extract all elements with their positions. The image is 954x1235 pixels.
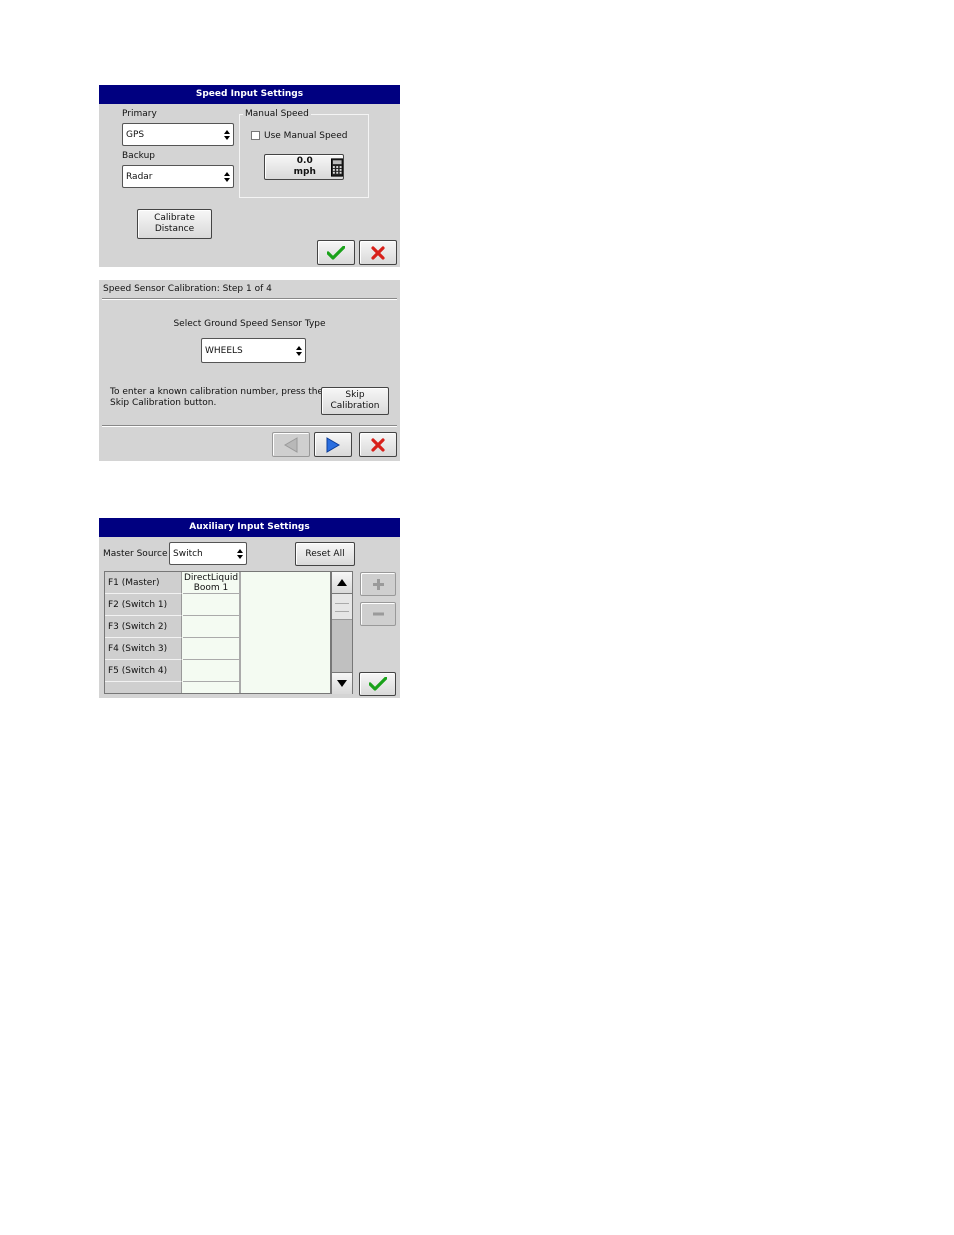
calibrate-line1: Calibrate <box>154 213 195 223</box>
backup-label: Backup <box>122 151 155 161</box>
add-button[interactable] <box>360 572 396 596</box>
calibrate-distance-button[interactable]: Calibrate Distance <box>137 209 212 239</box>
checkmark-icon <box>368 677 387 691</box>
updown-arrows-icon <box>223 130 230 140</box>
minus-icon <box>372 612 384 616</box>
skip-help-line1: To enter a known calibration number, pre… <box>110 387 324 397</box>
x-icon <box>371 245 385 260</box>
updown-arrows-icon <box>295 346 302 356</box>
skip-line1: Skip <box>345 390 365 400</box>
x-icon <box>371 437 385 452</box>
scroll-thumb[interactable] <box>332 594 352 620</box>
plus-icon <box>372 578 384 590</box>
use-manual-speed-label: Use Manual Speed <box>264 131 348 141</box>
scroll-up-icon <box>337 579 347 586</box>
remove-button[interactable] <box>360 602 396 626</box>
scrollbar[interactable] <box>331 571 353 694</box>
skip-help-line2: Skip Calibration button. <box>110 398 217 408</box>
reset-all-button[interactable]: Reset All <box>295 542 355 566</box>
scroll-down-icon <box>337 680 347 687</box>
row-label: F4 (Switch 3) <box>105 638 182 660</box>
back-button[interactable] <box>272 432 310 457</box>
master-source-value: Switch <box>173 548 203 559</box>
speed-sensor-calibration-dialog: Speed Sensor Calibration: Step 1 of 4 Se… <box>99 280 400 461</box>
sensor-type-prompt: Select Ground Speed Sensor Type <box>173 319 326 329</box>
row-label: F1 (Master) <box>105 572 182 594</box>
manual-speed-group-label: Manual Speed <box>243 109 311 119</box>
use-manual-speed-checkbox[interactable] <box>251 131 260 140</box>
manual-speed-value: 0.0 mph <box>293 156 316 177</box>
manual-speed-button[interactable]: 0.0 mph <box>264 154 344 180</box>
scroll-down-button[interactable] <box>332 672 352 694</box>
row-label: F5 (Switch 4) <box>105 660 182 682</box>
wizard-step-title: Speed Sensor Calibration: Step 1 of 4 <box>103 284 272 294</box>
primary-select[interactable]: GPS <box>122 123 234 146</box>
primary-label: Primary <box>122 109 157 119</box>
backup-select[interactable]: Radar <box>122 165 234 188</box>
table-row[interactable] <box>183 638 240 660</box>
grid-column-divider <box>240 572 241 693</box>
calculator-icon <box>330 157 343 177</box>
sensor-type-value: WHEELS <box>205 345 243 356</box>
thumb-grip <box>335 603 349 612</box>
title-divider <box>102 298 397 300</box>
ok-button[interactable] <box>317 240 355 265</box>
row-value-line2: Boom 1 <box>193 582 229 593</box>
table-row[interactable] <box>183 660 240 682</box>
next-button[interactable] <box>314 432 352 457</box>
primary-select-value: GPS <box>126 129 145 140</box>
ok-button[interactable] <box>359 672 396 696</box>
checkmark-icon <box>327 245 345 260</box>
skip-line2: Calibration <box>330 401 380 411</box>
cancel-button[interactable] <box>359 240 397 265</box>
scroll-up-button[interactable] <box>332 572 352 594</box>
table-row-empty[interactable] <box>183 682 240 693</box>
updown-arrows-icon <box>236 549 243 559</box>
row-label: F2 (Switch 1) <box>105 594 182 616</box>
table-row[interactable]: DirectLiquid Boom 1 <box>183 572 240 594</box>
cancel-button[interactable] <box>359 432 397 457</box>
function-list[interactable]: F1 (Master) DirectLiquid Boom 1 F2 (Switc… <box>104 571 331 694</box>
row-label-empty <box>105 682 182 693</box>
auxiliary-input-settings-dialog: Auxiliary Input Settings Master Source S… <box>99 518 400 698</box>
sensor-type-select[interactable]: WHEELS <box>201 338 306 363</box>
table-row[interactable] <box>183 616 240 638</box>
calibrate-line2: Distance <box>154 224 195 234</box>
dialog-title: Auxiliary Input Settings <box>99 518 400 537</box>
updown-arrows-icon <box>223 172 230 182</box>
backup-select-value: Radar <box>126 171 153 182</box>
master-source-select[interactable]: Switch <box>169 542 247 565</box>
footer-divider <box>102 425 397 427</box>
left-arrow-icon <box>284 436 298 453</box>
speed-input-settings-dialog: Speed Input Settings Primary GPS Backup … <box>99 85 400 267</box>
master-source-label: Master Source <box>103 549 168 559</box>
reset-all-label: Reset All <box>305 548 345 559</box>
right-arrow-icon <box>326 436 340 453</box>
skip-calibration-button[interactable]: Skip Calibration <box>321 387 389 415</box>
table-row[interactable] <box>183 594 240 616</box>
row-value-line1: DirectLiquid <box>183 572 239 583</box>
dialog-title: Speed Input Settings <box>99 85 400 104</box>
row-label: F3 (Switch 2) <box>105 616 182 638</box>
